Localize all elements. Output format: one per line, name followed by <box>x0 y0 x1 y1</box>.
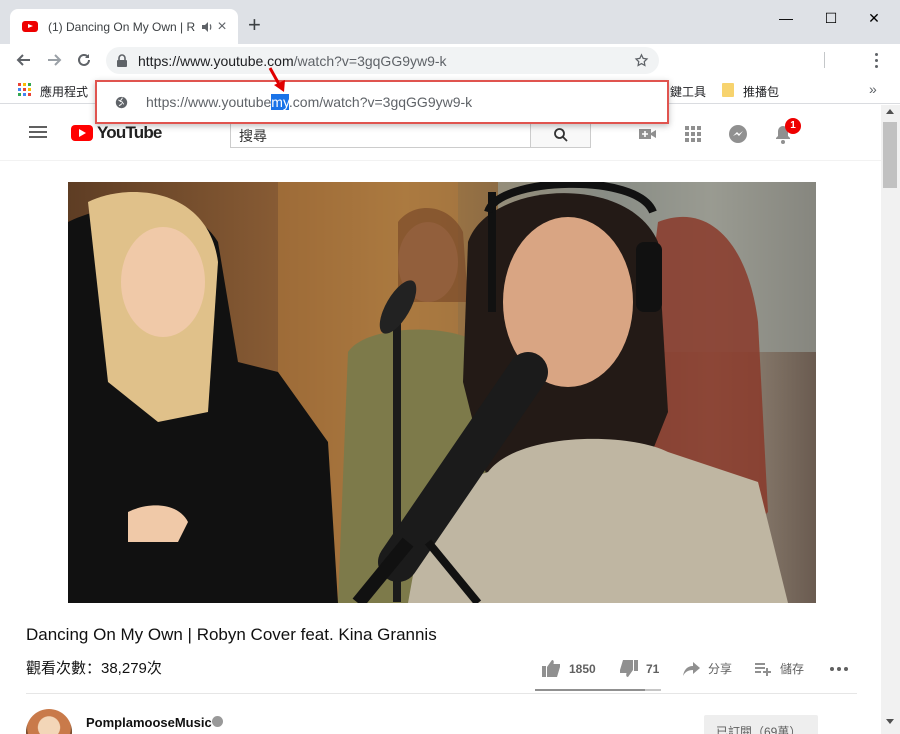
close-window-button[interactable]: ✕ <box>860 8 888 28</box>
save-label: 儲存 <box>780 662 805 676</box>
suggestion-url: https://www.youtubemy.com/watch?v=3gqGG9… <box>146 94 473 110</box>
youtube-page: YouTube 搜尋 1 Dancing On My Own | Robyn C… <box>0 105 881 734</box>
share-icon <box>683 661 700 676</box>
address-suggestion[interactable]: https://www.youtubemy.com/watch?v=3gqGG9… <box>95 80 669 124</box>
apps-grid-icon[interactable] <box>18 83 31 96</box>
bookmarks-more-icon[interactable]: » <box>869 81 877 97</box>
maximize-button[interactable]: ☐ <box>817 8 845 28</box>
browser-tab[interactable]: (1) Dancing On My Own | R × <box>10 9 238 44</box>
scroll-thumb[interactable] <box>883 122 897 188</box>
browser-menu-icon[interactable] <box>868 49 884 71</box>
annotation-arrow-icon <box>268 67 285 92</box>
channel-avatar[interactable] <box>26 709 72 734</box>
share-label: 分享 <box>708 662 733 676</box>
video-title: Dancing On My Own | Robyn Cover feat. Ki… <box>26 625 437 644</box>
back-arrow-icon <box>16 54 30 66</box>
view-count: 觀看次數：38,279次 <box>26 660 162 677</box>
youtube-logo-icon <box>71 125 93 141</box>
bookmark-apps[interactable]: 應用程式 <box>40 83 88 100</box>
bookmark-tools[interactable]: 鍵工具 <box>670 83 706 100</box>
dislike-button[interactable]: 71 <box>619 660 659 677</box>
video-player[interactable] <box>68 182 816 603</box>
like-button[interactable]: 1850 <box>542 660 596 677</box>
address-text: https://www.youtube.com/watch?v=3gqGG9yw… <box>138 52 447 69</box>
bookmark-folder[interactable]: 推播包 <box>743 83 779 100</box>
apps-icon[interactable] <box>682 123 704 145</box>
subscribe-button[interactable]: 已訂閱（69萬） <box>704 715 818 734</box>
new-tab-button[interactable]: + <box>248 14 261 36</box>
toolbar-separator <box>824 52 825 68</box>
reload-button[interactable] <box>73 49 95 71</box>
notification-badge: 1 <box>785 118 801 134</box>
like-count: 1850 <box>569 661 596 676</box>
back-button[interactable] <box>13 49 35 71</box>
page-scrollbar[interactable] <box>881 105 900 734</box>
messages-icon[interactable] <box>727 123 749 145</box>
youtube-favicon-icon <box>22 21 38 32</box>
save-button[interactable]: 儲存 <box>755 660 804 677</box>
search-input[interactable]: 搜尋 <box>230 121 531 148</box>
tab-title: (1) Dancing On My Own | R <box>48 19 196 34</box>
channel-name[interactable]: PomplamooseMusic <box>86 715 212 730</box>
address-bar[interactable]: https://www.youtube.com/watch?v=3gqGG9yw… <box>106 47 659 74</box>
reload-icon <box>78 53 90 66</box>
dislike-count: 71 <box>646 661 660 676</box>
search-button[interactable] <box>530 121 591 148</box>
like-icon <box>542 660 560 677</box>
share-button[interactable]: 分享 <box>683 660 732 677</box>
globe-icon <box>115 96 128 108</box>
tab-close-icon[interactable]: × <box>214 18 230 36</box>
dislike-icon <box>620 660 638 677</box>
forward-button[interactable] <box>43 49 65 71</box>
bookmark-star-icon[interactable] <box>634 53 649 68</box>
more-icon[interactable] <box>830 667 848 671</box>
search-icon <box>553 127 568 142</box>
scroll-down-icon[interactable] <box>886 719 894 724</box>
minimize-button[interactable]: — <box>772 8 800 28</box>
browser-toolbar: https://www.youtube.com/watch?v=3gqGG9yw… <box>0 44 900 76</box>
forward-arrow-icon <box>48 54 62 66</box>
lock-icon <box>117 53 127 67</box>
create-video-icon[interactable] <box>637 123 659 145</box>
verified-icon <box>212 716 223 727</box>
like-ratio-bar <box>535 689 661 691</box>
youtube-logo-text: YouTube <box>97 123 162 142</box>
playlist-add-icon <box>755 662 771 676</box>
scroll-up-icon[interactable] <box>886 109 894 114</box>
speaker-icon[interactable] <box>200 20 214 34</box>
divider <box>26 693 857 694</box>
youtube-logo[interactable]: YouTube <box>71 123 162 143</box>
selected-text: my <box>271 94 289 110</box>
menu-icon[interactable] <box>29 126 47 138</box>
folder-icon <box>722 83 734 97</box>
browser-titlebar: (1) Dancing On My Own | R × + — ☐ ✕ <box>0 0 900 44</box>
video-frame-image <box>68 182 816 603</box>
